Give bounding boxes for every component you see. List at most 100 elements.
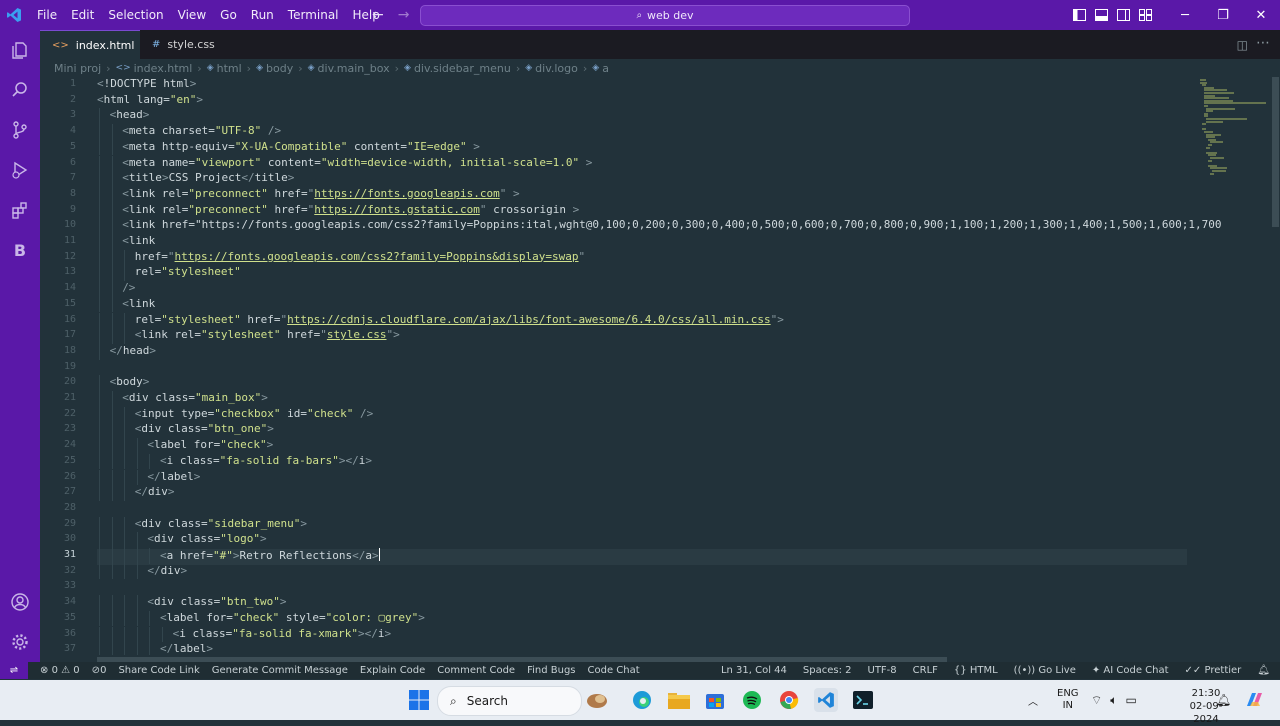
scrollbar-thumb[interactable] xyxy=(1272,77,1279,227)
generate-commit-message-button[interactable]: Generate Commit Message xyxy=(212,665,348,676)
system-tray[interactable]: ⌔ 🔈︎ ▭ xyxy=(1091,680,1137,720)
language-mode[interactable]: {} HTML xyxy=(954,665,998,676)
minimap-line xyxy=(1212,170,1226,172)
encoding-setting[interactable]: UTF-8 xyxy=(868,665,897,676)
windows-start-icon[interactable] xyxy=(407,688,431,712)
search-sidebar-icon[interactable] xyxy=(0,70,40,110)
code-chat-button[interactable]: Code Chat xyxy=(588,665,640,676)
tab-index-html[interactable]: <> index.html ✕ xyxy=(40,30,150,59)
vertical-scrollbar[interactable] xyxy=(1270,77,1280,655)
edge-browser-icon[interactable] xyxy=(630,688,654,712)
go-live-button[interactable]: ((•)) Go Live xyxy=(1014,665,1076,676)
back-arrow-icon[interactable]: ← xyxy=(372,7,384,23)
code-line: <i class="fa-solid fa-xmark"></i> xyxy=(172,626,392,640)
horizontal-scrollbar[interactable] xyxy=(97,655,1197,662)
toggle-primary-sidebar-icon[interactable] xyxy=(1068,9,1090,21)
account-icon[interactable] xyxy=(0,582,40,622)
vscode-taskbar-icon[interactable] xyxy=(814,688,838,712)
indentation-setting[interactable]: Spaces: 2 xyxy=(803,665,852,676)
line-ending-setting[interactable]: CRLF xyxy=(913,665,938,676)
breadcrumb-item[interactable]: div.logo xyxy=(535,62,578,75)
code-editor[interactable]: 1 <!DOCTYPE html> 2 <html lang="en"> 3 <head>… xyxy=(40,77,1268,655)
menu-go[interactable]: Go xyxy=(213,0,244,30)
share-code-link-button[interactable]: Share Code Link xyxy=(118,665,199,676)
ai-chat-label: AI Code Chat xyxy=(1103,665,1169,676)
chrome-icon[interactable] xyxy=(777,688,801,712)
indent-guide xyxy=(149,626,151,643)
minimize-button[interactable]: ─ xyxy=(1166,0,1204,30)
taskbar-search[interactable]: ⌕ Search xyxy=(437,686,582,716)
notifications-bell-icon[interactable]: 🔔︎ xyxy=(1257,665,1270,676)
minimap-line xyxy=(1210,141,1224,144)
menu-run[interactable]: Run xyxy=(244,0,281,30)
widget-icon[interactable] xyxy=(585,688,609,712)
tab-style-css[interactable]: # style.css xyxy=(140,30,278,59)
prettier-button[interactable]: ✓✓ Prettier xyxy=(1185,665,1242,676)
code-line: <link xyxy=(122,296,156,310)
bootstrap-icon[interactable]: B xyxy=(0,230,40,270)
menu-terminal[interactable]: Terminal xyxy=(281,0,346,30)
comment-code-button[interactable]: Comment Code xyxy=(437,665,515,676)
close-window-button[interactable]: ✕ xyxy=(1242,0,1280,30)
breadcrumb-item[interactable]: body xyxy=(266,62,293,75)
cursor-position[interactable]: Ln 31, Col 44 xyxy=(721,665,787,676)
breadcrumb-item[interactable]: index.html xyxy=(134,62,193,75)
terminal-app-icon[interactable] xyxy=(851,688,875,712)
menu-edit[interactable]: Edit xyxy=(64,0,101,30)
ports-indicator[interactable]: ⊘0 xyxy=(92,665,107,676)
code-line: <!DOCTYPE html> xyxy=(97,77,197,90)
show-hidden-icons[interactable]: ︿ xyxy=(1028,680,1038,720)
breadcrumb-item[interactable]: a xyxy=(602,62,609,75)
menu-selection[interactable]: Selection xyxy=(101,0,170,30)
minimap[interactable] xyxy=(1196,77,1268,187)
input-language[interactable]: ENG IN xyxy=(1057,680,1079,720)
indent-guide xyxy=(99,516,100,533)
minimap-line xyxy=(1210,172,1214,175)
file-explorer-icon[interactable] xyxy=(667,688,691,712)
editor-tabs: <> index.html ✕ # style.css ◫ ⋯ xyxy=(40,30,1280,59)
spotify-icon[interactable] xyxy=(740,688,764,712)
find-bugs-button[interactable]: Find Bugs xyxy=(527,665,575,676)
language-top: ENG xyxy=(1057,688,1079,699)
error-icon: ⊗ xyxy=(40,665,49,676)
extensions-icon[interactable] xyxy=(0,190,40,230)
remote-indicator-icon[interactable]: ⇌ xyxy=(0,662,28,679)
indent-guide xyxy=(124,485,126,501)
indent-guide xyxy=(136,548,138,564)
explain-code-button[interactable]: Explain Code xyxy=(360,665,425,676)
menu-file[interactable]: File xyxy=(30,0,64,30)
code-line: <label for="check"> xyxy=(147,438,274,452)
breadcrumb-item[interactable]: div.sidebar_menu xyxy=(414,62,511,75)
toggle-secondary-sidebar-icon[interactable] xyxy=(1112,9,1134,21)
more-actions-icon[interactable]: ⋯ xyxy=(1256,35,1270,51)
line-number: 12 xyxy=(63,250,76,262)
breadcrumb-item[interactable]: Mini proj xyxy=(54,62,101,75)
indent-guide xyxy=(136,438,138,454)
ai-code-chat-button[interactable]: ✦ AI Code Chat xyxy=(1092,665,1169,676)
forward-arrow-icon[interactable]: → xyxy=(398,7,410,23)
indent-guide xyxy=(162,626,163,643)
menu-view[interactable]: View xyxy=(171,0,213,30)
copilot-icon[interactable] xyxy=(1242,688,1266,712)
explorer-icon[interactable] xyxy=(0,30,40,70)
split-editor-icon[interactable]: ◫ xyxy=(1237,38,1248,52)
source-control-icon[interactable] xyxy=(0,110,40,150)
restore-button[interactable]: ❐ xyxy=(1204,0,1242,30)
indent-guide xyxy=(124,406,126,423)
store-icon[interactable] xyxy=(703,688,727,712)
line-number: 17 xyxy=(63,329,76,341)
customize-layout-icon[interactable] xyxy=(1134,9,1156,21)
notification-bell-icon[interactable]: 🔔︎ xyxy=(1216,680,1231,720)
toggle-panel-icon[interactable] xyxy=(1090,9,1112,21)
command-center[interactable]: ⌕ web dev xyxy=(420,5,910,26)
settings-gear-icon[interactable] xyxy=(0,622,40,662)
breadcrumb-item[interactable]: div.main_box xyxy=(318,62,390,75)
run-debug-icon[interactable] xyxy=(0,150,40,190)
breadcrumb-item[interactable]: html xyxy=(217,62,242,75)
warning-count: 0 xyxy=(73,665,80,676)
indent-guide xyxy=(111,485,113,501)
indent-guide xyxy=(99,343,100,360)
code-line: </label> xyxy=(160,642,213,655)
line-number: 32 xyxy=(63,564,76,576)
problems-indicator[interactable]: ⊗ 0 ⚠ 0 xyxy=(40,665,80,676)
